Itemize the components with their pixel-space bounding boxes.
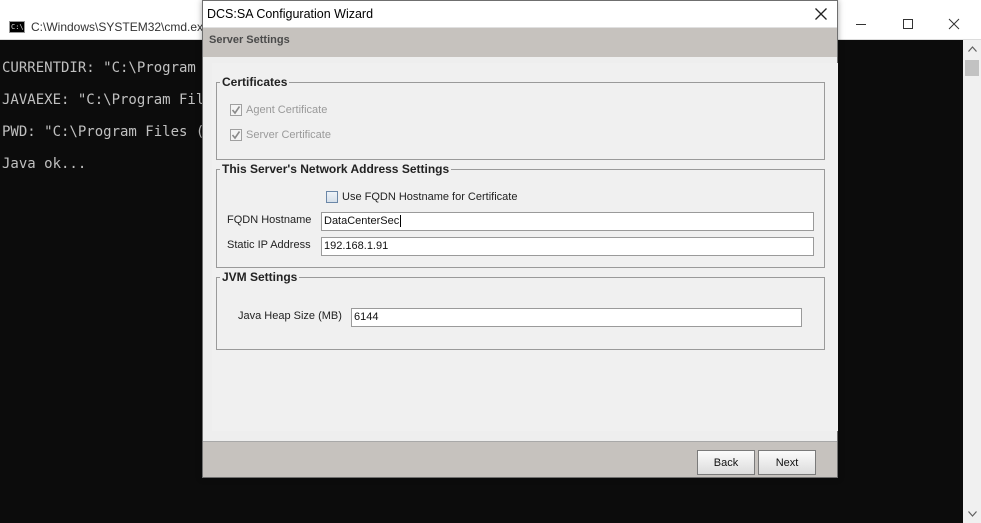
- maximize-button[interactable]: [885, 8, 931, 40]
- cmd-app-icon: C:\: [9, 21, 25, 33]
- fqdn-hostname-label: FQDN Hostname: [227, 214, 312, 226]
- cmd-output-line: CURRENTDIR: "C:\Program F: [2, 60, 213, 76]
- scrollbar-thumb[interactable]: [965, 60, 979, 76]
- java-heap-size-value: 6144: [354, 311, 379, 323]
- chevron-down-icon: [967, 511, 977, 517]
- close-icon: [815, 8, 827, 20]
- server-certificate-checkbox[interactable]: Server Certificate: [230, 129, 331, 141]
- cmd-output-line: Java ok...: [2, 156, 87, 172]
- checkbox-checked-icon: [230, 104, 242, 116]
- dialog-title-bar[interactable]: DCS:SA Configuration Wizard: [203, 1, 837, 27]
- chevron-up-icon: [967, 46, 977, 52]
- use-fqdn-checkbox[interactable]: Use FQDN Hostname for Certificate: [326, 191, 517, 203]
- checkbox-unchecked-icon: [326, 191, 338, 203]
- agent-certificate-label: Agent Certificate: [246, 104, 328, 116]
- static-ip-value: 192.168.1.91: [324, 240, 389, 252]
- network-address-group: This Server's Network Address Settings U…: [216, 162, 825, 268]
- static-ip-input[interactable]: 192.168.1.91: [321, 237, 814, 256]
- cmd-output: CURRENTDIR: "C:\Program F JAVAEXE: "C:\P…: [2, 58, 213, 186]
- static-ip-label: Static IP Address: [227, 239, 311, 251]
- minimize-icon: [856, 24, 866, 25]
- close-icon: [948, 18, 960, 30]
- text-caret: [400, 215, 402, 228]
- cmd-output-line: PWD: "C:\Program Files (x: [2, 124, 213, 140]
- configuration-wizard-dialog: DCS:SA Configuration Wizard Server Setti…: [202, 0, 838, 478]
- step-title: Server Settings: [209, 34, 290, 46]
- certificates-group-title: Certificates: [220, 75, 290, 89]
- java-heap-size-label: Java Heap Size (MB): [238, 310, 342, 322]
- next-button[interactable]: Next: [758, 450, 816, 475]
- network-address-group-title: This Server's Network Address Settings: [220, 162, 452, 176]
- agent-certificate-checkbox[interactable]: Agent Certificate: [230, 104, 327, 116]
- server-certificate-label: Server Certificate: [246, 129, 331, 141]
- fqdn-hostname-input[interactable]: DataCenterSec: [321, 212, 814, 231]
- dialog-title: DCS:SA Configuration Wizard: [207, 7, 374, 21]
- jvm-settings-group-title: JVM Settings: [220, 270, 300, 284]
- checkbox-checked-icon: [230, 129, 242, 141]
- java-heap-size-input[interactable]: 6144: [351, 308, 802, 327]
- cmd-output-line: JAVAEXE: "C:\Program File: [2, 92, 213, 108]
- close-button[interactable]: [931, 8, 977, 40]
- use-fqdn-label: Use FQDN Hostname for Certificate: [342, 191, 518, 203]
- fqdn-hostname-value: DataCenterSec: [324, 215, 400, 227]
- jvm-settings-group: JVM Settings Java Heap Size (MB) 6144: [216, 270, 825, 350]
- certificates-group: Certificates Agent Certificate Server Ce…: [216, 75, 825, 160]
- minimize-button[interactable]: [838, 8, 884, 40]
- scroll-up-button[interactable]: [963, 40, 981, 58]
- scroll-down-button[interactable]: [963, 505, 981, 523]
- back-button[interactable]: Back: [697, 450, 755, 475]
- dialog-button-bar: Back Next: [203, 441, 837, 477]
- cmd-window-title: C:\Windows\SYSTEM32\cmd.exe: [31, 20, 203, 34]
- wizard-content-panel: Certificates Agent Certificate Server Ce…: [212, 63, 838, 431]
- dialog-close-button[interactable]: [809, 3, 833, 25]
- maximize-icon: [903, 19, 913, 29]
- cmd-scrollbar[interactable]: [963, 40, 981, 523]
- step-header: Server Settings: [203, 27, 837, 57]
